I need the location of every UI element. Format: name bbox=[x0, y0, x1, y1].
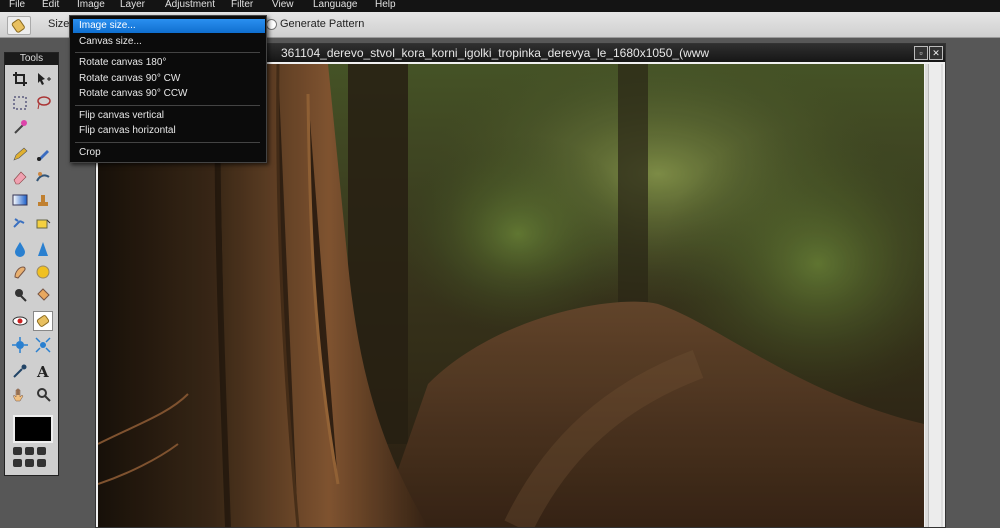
menu-file[interactable]: File bbox=[9, 0, 25, 11]
size-label: Size bbox=[48, 18, 70, 30]
clone-tool-icon[interactable] bbox=[10, 213, 30, 233]
menu-image[interactable]: Image bbox=[77, 0, 105, 11]
brush-tool-icon[interactable] bbox=[33, 144, 53, 164]
sponge-tool-icon[interactable] bbox=[33, 262, 53, 282]
fill-tool-icon[interactable] bbox=[33, 213, 53, 233]
document-title: 361104_derevo_stvol_kora_korni_igolki_tr… bbox=[281, 46, 710, 60]
sharpen-tool-icon[interactable] bbox=[33, 239, 53, 259]
svg-text:A: A bbox=[36, 363, 49, 379]
scrollbar-thumb[interactable] bbox=[928, 64, 941, 527]
tools-title: Tools bbox=[5, 53, 58, 65]
tool-options-grid bbox=[13, 447, 51, 469]
generate-pattern-label[interactable]: Generate Pattern bbox=[280, 18, 364, 30]
grid-button[interactable] bbox=[13, 459, 22, 467]
menu-item-image-size[interactable]: Image size... bbox=[73, 19, 265, 33]
menu-language[interactable]: Language bbox=[313, 0, 358, 11]
pinch-tool-icon[interactable] bbox=[33, 335, 53, 355]
menu-separator bbox=[75, 142, 260, 143]
menu-separator bbox=[75, 52, 260, 53]
red-eye-tool-icon[interactable] bbox=[10, 311, 30, 331]
magic-wand-icon[interactable] bbox=[10, 117, 30, 137]
menu-item-flip-vertical[interactable]: Flip canvas vertical bbox=[73, 109, 265, 123]
menu-layer[interactable]: Layer bbox=[120, 0, 145, 11]
menu-item-crop[interactable]: Crop bbox=[73, 146, 265, 160]
image-menu-dropdown: Image size... Canvas size... Rotate canv… bbox=[69, 15, 267, 163]
hand-tool-icon[interactable] bbox=[10, 385, 30, 405]
color-picker-icon[interactable] bbox=[10, 361, 30, 381]
grid-button[interactable] bbox=[25, 447, 34, 455]
zoom-tool-icon[interactable] bbox=[33, 385, 53, 405]
generate-pattern-radio[interactable] bbox=[266, 19, 277, 30]
burn-tool-icon[interactable] bbox=[33, 285, 53, 305]
menu-item-rotate-180[interactable]: Rotate canvas 180° bbox=[73, 56, 265, 70]
menu-item-canvas-size[interactable]: Canvas size... bbox=[73, 35, 265, 49]
text-tool-icon[interactable]: A bbox=[33, 361, 53, 381]
vertical-scrollbar[interactable] bbox=[925, 64, 943, 527]
gradient-tool-icon[interactable] bbox=[10, 190, 30, 210]
dodge-tool-icon[interactable] bbox=[10, 285, 30, 305]
smudge-tool-icon[interactable] bbox=[10, 262, 30, 282]
pencil-tool-icon[interactable] bbox=[10, 144, 30, 164]
menubar: File Edit Image Layer Adjustment Filter … bbox=[0, 0, 1000, 12]
menu-separator bbox=[75, 105, 260, 106]
marquee-tool-icon[interactable] bbox=[10, 93, 30, 113]
crop-tool-icon[interactable] bbox=[10, 69, 30, 89]
grid-button[interactable] bbox=[13, 447, 22, 455]
eraser-tool-icon[interactable] bbox=[10, 167, 30, 187]
tools-panel: Tools A bbox=[4, 52, 59, 476]
lasso-tool-icon[interactable] bbox=[33, 93, 53, 113]
foreground-color-swatch[interactable] bbox=[13, 415, 53, 443]
bloat-tool-icon[interactable] bbox=[10, 335, 30, 355]
menu-item-rotate-90-ccw[interactable]: Rotate canvas 90° CCW bbox=[73, 87, 265, 101]
menu-item-rotate-90-cw[interactable]: Rotate canvas 90° CW bbox=[73, 72, 265, 86]
menu-item-flip-horizontal[interactable]: Flip canvas horizontal bbox=[73, 124, 265, 138]
menu-filter[interactable]: Filter bbox=[231, 0, 253, 11]
grid-button[interactable] bbox=[25, 459, 34, 467]
menu-adjustment[interactable]: Adjustment bbox=[165, 0, 215, 11]
blur-tool-icon[interactable] bbox=[10, 239, 30, 259]
stamp-tool-icon[interactable] bbox=[33, 190, 53, 210]
move-tool-icon[interactable] bbox=[33, 69, 53, 89]
spot-heal-tool-icon[interactable] bbox=[33, 311, 53, 331]
close-icon[interactable]: ✕ bbox=[929, 46, 943, 60]
maximize-icon[interactable]: ▫ bbox=[914, 46, 928, 60]
current-tool-icon[interactable] bbox=[7, 16, 31, 35]
grid-button[interactable] bbox=[37, 447, 46, 455]
menu-help[interactable]: Help bbox=[375, 0, 396, 11]
menu-view[interactable]: View bbox=[272, 0, 294, 11]
replace-color-icon[interactable] bbox=[33, 167, 53, 187]
menu-edit[interactable]: Edit bbox=[42, 0, 59, 11]
grid-button[interactable] bbox=[37, 459, 46, 467]
